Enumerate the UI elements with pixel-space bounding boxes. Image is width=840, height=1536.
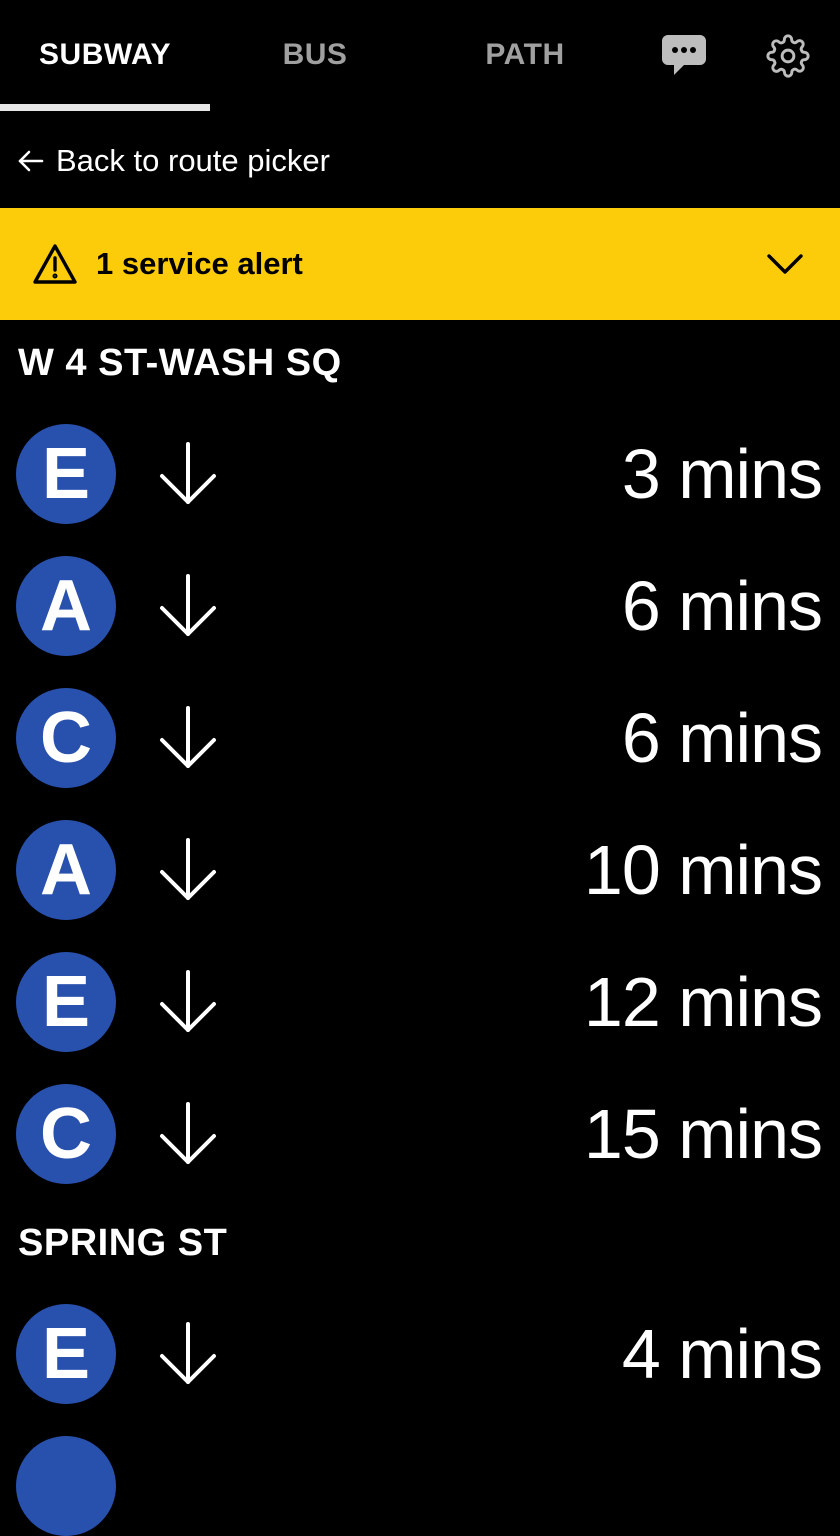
arrow-down-icon — [156, 704, 220, 772]
arrival-time: 6 mins — [621, 567, 823, 645]
arrival-row[interactable]: A 10 mins — [0, 820, 840, 920]
arrival-time: 10 mins — [583, 831, 823, 909]
arrival-time: 3 mins — [621, 435, 823, 513]
chevron-down-icon[interactable] — [766, 246, 804, 282]
arrow-down-icon — [156, 1320, 220, 1388]
arrival-row[interactable]: C 6 mins — [0, 688, 840, 788]
arrival-row[interactable]: E 3 mins — [0, 424, 840, 524]
arrow-down-icon — [156, 572, 220, 640]
tab-bus[interactable]: BUS — [210, 0, 420, 112]
arrival-time: 4 mins — [621, 1315, 823, 1393]
tab-subway[interactable]: SUBWAY — [0, 0, 210, 112]
chat-bubble-icon[interactable] — [658, 30, 710, 82]
station-title: SPRING ST — [18, 1222, 228, 1264]
arrow-down-icon — [156, 836, 220, 904]
arrow-left-icon — [16, 146, 46, 176]
arrival-row[interactable]: A 6 mins — [0, 556, 840, 656]
gear-icon[interactable] — [762, 30, 814, 82]
arrival-row[interactable]: E 12 mins — [0, 952, 840, 1052]
back-link-label: Back to route picker — [56, 143, 330, 178]
tab-path[interactable]: PATH — [420, 0, 630, 112]
station-title: W 4 ST-WASH SQ — [18, 342, 342, 384]
route-bullet: C — [16, 1084, 116, 1184]
route-bullet: A — [16, 556, 116, 656]
route-bullet: A — [16, 820, 116, 920]
route-bullet: E — [16, 424, 116, 524]
arrow-down-icon — [156, 440, 220, 508]
route-bullet: E — [16, 1304, 116, 1404]
arrow-down-icon — [156, 1100, 220, 1168]
route-bullet: E — [16, 952, 116, 1052]
arrival-time: 12 mins — [583, 963, 823, 1041]
arrival-row[interactable]: E 4 mins — [0, 1304, 840, 1404]
active-tab-indicator — [0, 104, 210, 111]
route-bullet — [16, 1436, 116, 1536]
route-bullet: C — [16, 688, 116, 788]
warning-triangle-icon — [32, 242, 78, 286]
back-to-route-picker-link[interactable]: Back to route picker — [16, 134, 330, 188]
arrival-time: 15 mins — [583, 1095, 823, 1173]
service-alert-text: 1 service alert — [96, 246, 303, 281]
top-navigation: SUBWAY BUS PATH — [0, 0, 840, 112]
arrival-row[interactable] — [0, 1436, 840, 1536]
arrival-time: 6 mins — [621, 699, 823, 777]
arrival-row[interactable]: C 15 mins — [0, 1084, 840, 1184]
service-alert-banner[interactable]: 1 service alert — [0, 208, 840, 320]
arrow-down-icon — [156, 968, 220, 1036]
